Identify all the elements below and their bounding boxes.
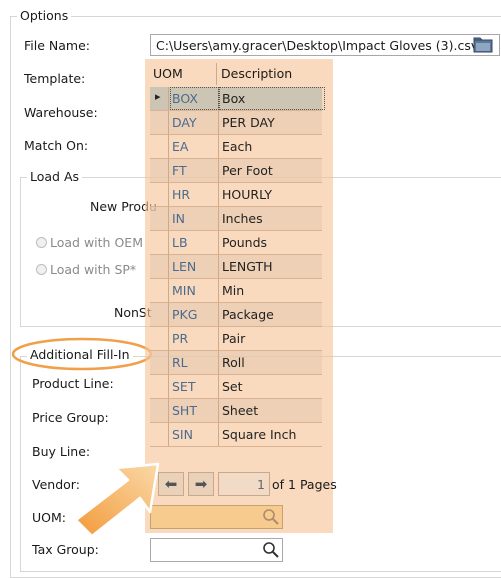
uom-code-cell[interactable]: EA [170, 135, 219, 158]
row-selector[interactable] [150, 255, 169, 278]
row-selector[interactable] [150, 135, 169, 158]
uom-code-cell[interactable]: IN [170, 207, 219, 230]
uom-description-cell[interactable]: LENGTH [219, 255, 325, 278]
row-selector[interactable] [150, 399, 169, 422]
uom-grid-row[interactable]: SET Set [150, 375, 322, 399]
uom-code-cell[interactable]: PR [170, 327, 219, 350]
uom-description-cell[interactable]: Inches [219, 207, 325, 230]
row-divider [150, 446, 322, 447]
load-as-legend: Load As [27, 169, 83, 184]
uom-code-cell[interactable]: HR [170, 183, 219, 206]
uom-description-cell[interactable]: Pounds [219, 231, 325, 254]
template-label: Template: [24, 71, 86, 86]
uom-code-cell[interactable]: SET [170, 375, 219, 398]
file-name-label: File Name: [24, 38, 90, 53]
uom-description-cell[interactable]: Sheet [219, 399, 325, 422]
page-number-box[interactable]: 1 [218, 472, 270, 496]
uom-grid-row[interactable]: ▸ BOX Box [150, 87, 325, 111]
uom-code-cell[interactable]: RL [170, 351, 219, 374]
uom-column-header[interactable]: UOM [153, 63, 183, 85]
load-with-sp-label[interactable]: Load with SP* [50, 262, 136, 277]
folder-icon[interactable] [472, 35, 494, 55]
current-row-indicator-icon: ▸ [155, 90, 161, 103]
row-selector[interactable] [150, 327, 169, 350]
header-divider [216, 63, 217, 85]
uom-grid-row[interactable]: SHT Sheet [150, 399, 322, 423]
tax-group-search-icon[interactable] [262, 541, 282, 559]
row-selector[interactable] [150, 183, 169, 206]
description-column-header[interactable]: Description [221, 63, 292, 85]
uom-grid-row[interactable]: PR Pair [150, 327, 322, 351]
uom-code-cell[interactable]: PKG [170, 303, 219, 326]
load-with-oem-label[interactable]: Load with OEM [50, 235, 143, 250]
uom-grid-row[interactable]: IN Inches [150, 207, 322, 231]
match-on-label: Match On: [24, 138, 89, 153]
uom-description-cell[interactable]: PER DAY [219, 111, 325, 134]
load-with-sp-radio[interactable] [36, 264, 47, 275]
uom-code-cell[interactable]: SHT [170, 399, 219, 422]
uom-code-cell[interactable]: LB [170, 231, 219, 254]
row-selector[interactable] [150, 423, 169, 446]
file-name-field[interactable]: C:\Users\amy.gracer\Desktop\Impact Glove… [150, 34, 500, 56]
load-with-oem-radio[interactable] [36, 237, 47, 248]
uom-grid-row[interactable]: PKG Package [150, 303, 322, 327]
row-selector[interactable] [150, 351, 169, 374]
arrow-pointer-icon [38, 456, 178, 556]
uom-code-cell[interactable]: LEN [170, 255, 219, 278]
uom-description-cell[interactable]: HOURLY [219, 183, 325, 206]
uom-grid-row[interactable]: HR HOURLY [150, 183, 322, 207]
uom-description-cell[interactable]: Package [219, 303, 325, 326]
row-selector[interactable] [150, 279, 169, 302]
uom-grid-row[interactable]: MIN Min [150, 279, 322, 303]
uom-description-cell[interactable]: Min [219, 279, 325, 302]
uom-description-cell[interactable]: Pair [219, 327, 325, 350]
file-name-value: C:\Users\amy.gracer\Desktop\Impact Glove… [156, 38, 479, 53]
price-group-label: Price Group: [32, 410, 109, 425]
product-line-label: Product Line: [32, 376, 114, 391]
uom-code-cell[interactable]: BOX [170, 87, 219, 110]
row-selector[interactable]: ▸ [150, 87, 169, 110]
next-page-button[interactable]: ➡ [188, 472, 214, 496]
uom-code-cell[interactable]: MIN [170, 279, 219, 302]
uom-description-cell[interactable]: Per Foot [219, 159, 325, 182]
uom-grid-row[interactable]: LEN LENGTH [150, 255, 322, 279]
row-selector[interactable] [150, 159, 169, 182]
row-selector[interactable] [150, 303, 169, 326]
row-selector[interactable] [150, 207, 169, 230]
uom-grid-row[interactable]: FT Per Foot [150, 159, 322, 183]
uom-code-cell[interactable]: FT [170, 159, 219, 182]
uom-grid-row[interactable]: RL Roll [150, 351, 322, 375]
uom-grid-row[interactable]: DAY PER DAY [150, 111, 322, 135]
row-selector[interactable] [150, 231, 169, 254]
row-selector[interactable] [150, 375, 169, 398]
options-legend: Options [17, 8, 72, 23]
warehouse-label: Warehouse: [24, 105, 98, 120]
current-page: 1 [257, 477, 265, 492]
uom-description-cell[interactable]: Set [219, 375, 325, 398]
uom-grid-header: UOM Description [150, 63, 322, 85]
uom-grid-row[interactable]: SIN Square Inch [150, 423, 322, 447]
uom-description-cell[interactable]: Box [219, 87, 325, 110]
uom-grid-row[interactable]: LB Pounds [150, 231, 322, 255]
row-selector[interactable] [150, 111, 169, 134]
page-count-text: of 1 Pages [272, 477, 337, 492]
highlight-ellipse [10, 334, 154, 374]
uom-code-cell[interactable]: SIN [170, 423, 219, 446]
uom-grid-row[interactable]: EA Each [150, 135, 322, 159]
uom-description-cell[interactable]: Square Inch [219, 423, 325, 446]
uom-description-cell[interactable]: Each [219, 135, 325, 158]
uom-description-cell[interactable]: Roll [219, 351, 325, 374]
uom-code-cell[interactable]: DAY [170, 111, 219, 134]
